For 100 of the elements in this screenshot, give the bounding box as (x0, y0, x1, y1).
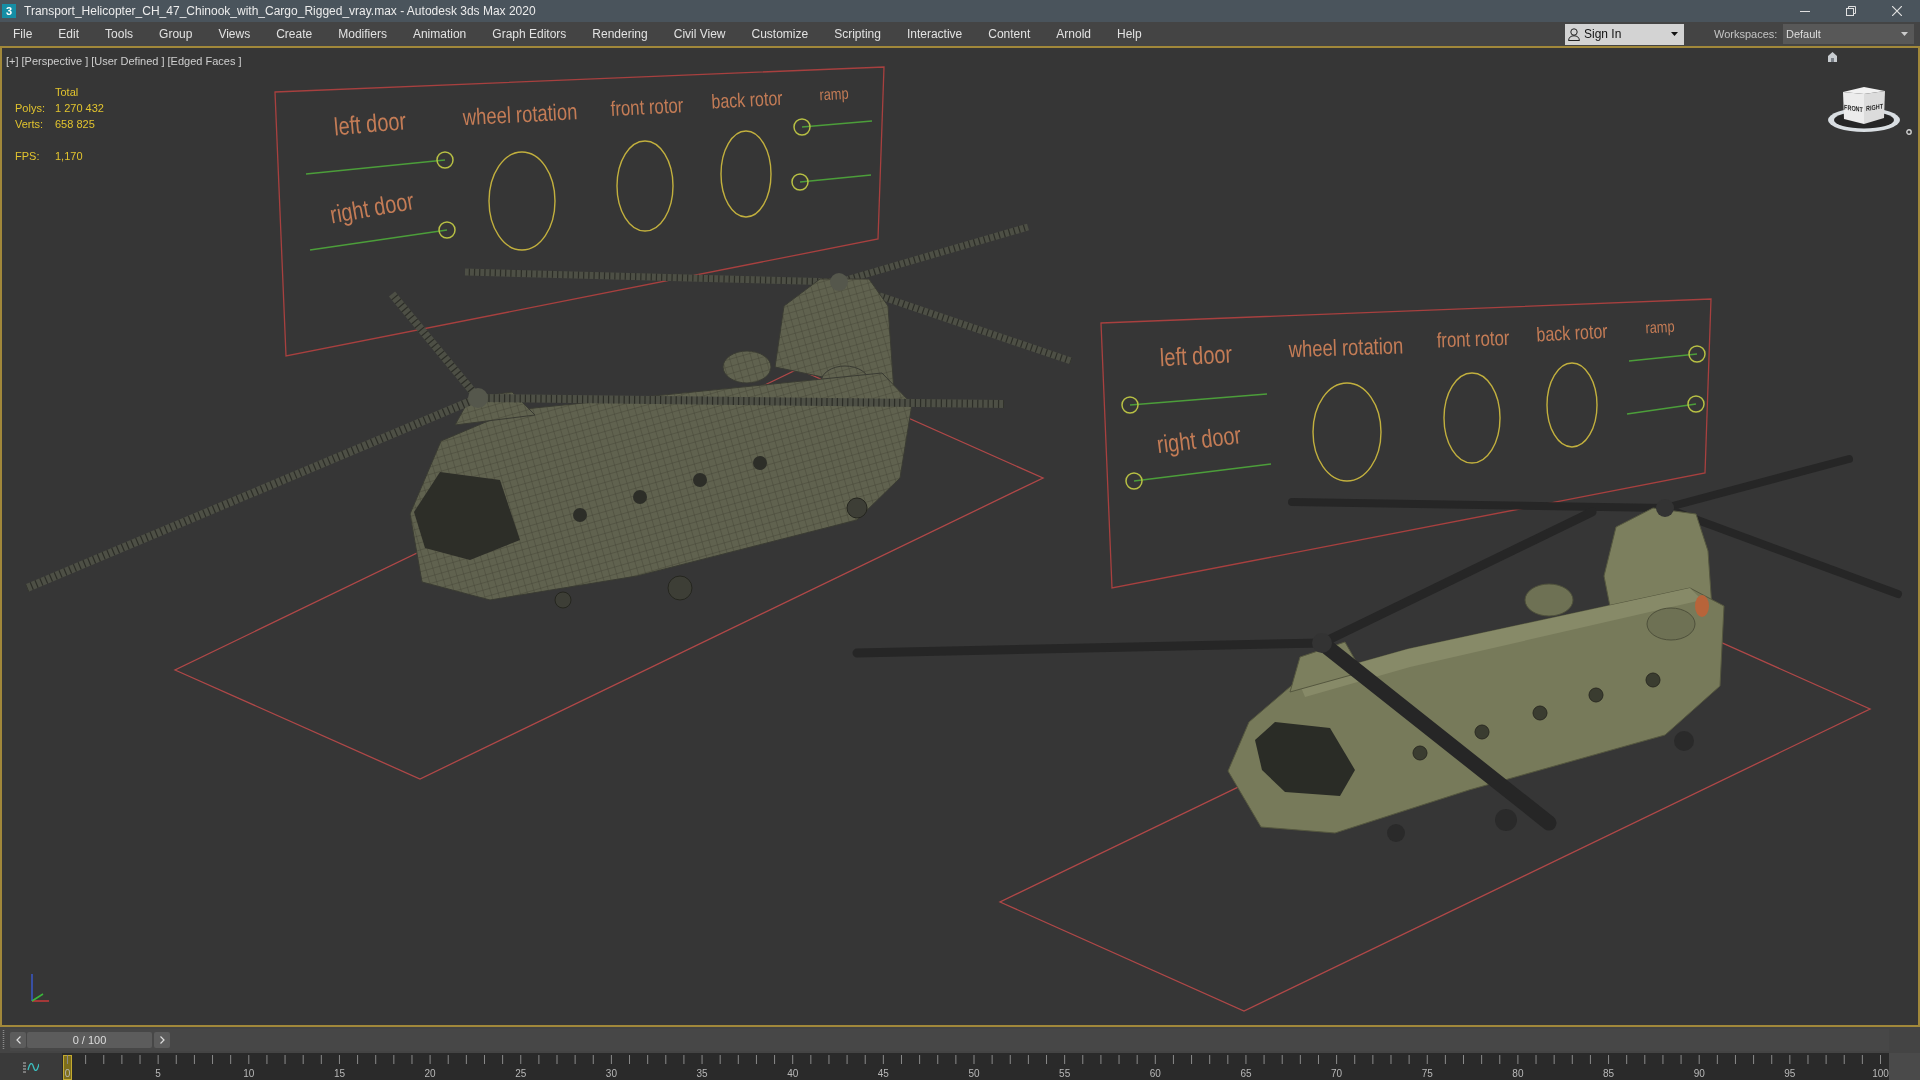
control-label: back rotor (710, 87, 784, 113)
frame-number: 75 (1421, 1068, 1433, 1080)
home-icon[interactable] (1828, 52, 1837, 62)
control-label: front rotor (610, 93, 684, 121)
slider-knob[interactable] (1687, 395, 1705, 413)
slider-track[interactable] (1125, 463, 1272, 490)
menu-item[interactable]: Views (214, 25, 255, 43)
time-slider-thumb[interactable]: 0 / 100 (27, 1032, 152, 1048)
slider-knob[interactable] (791, 173, 809, 191)
frame-number: 50 (968, 1068, 980, 1080)
restore-icon (1846, 6, 1856, 16)
menu-item[interactable]: Scripting (830, 25, 885, 43)
workspace-dropdown[interactable]: Default (1783, 24, 1914, 44)
stat-value: 658 825 (55, 117, 96, 132)
menu-item[interactable]: Rendering (588, 25, 652, 43)
viewport-label[interactable]: [User Defined ] (91, 53, 165, 70)
menu-item[interactable]: Graph Editors (488, 25, 571, 43)
control-label: back rotor (1535, 320, 1609, 346)
frame-number: 20 (424, 1068, 436, 1080)
stat-value: 1 270 432 (55, 101, 104, 116)
frame-number: 40 (787, 1068, 799, 1080)
frame-number: 45 (877, 1068, 889, 1080)
control-label: front rotor (1436, 326, 1510, 352)
menu-item[interactable]: Modifiers (334, 25, 391, 43)
frame-number: 90 (1693, 1068, 1705, 1080)
frame-number: 15 (333, 1068, 345, 1080)
stat-label: Verts: (15, 117, 45, 132)
control-label: wheel rotation (462, 98, 578, 130)
slider-track[interactable] (793, 118, 873, 136)
viewport-label[interactable]: [+] (6, 53, 19, 70)
chevron-left-icon (15, 1036, 21, 1044)
curve-icon[interactable] (23, 1060, 39, 1073)
control-label: left door (332, 107, 408, 141)
frame-number: 10 (243, 1068, 255, 1080)
control-label: wheel rotation (1288, 332, 1404, 362)
sign-in-button[interactable]: Sign In (1565, 23, 1684, 45)
minimize-icon (1800, 10, 1810, 12)
frame-number: 70 (1331, 1068, 1343, 1080)
grip-icon[interactable] (2, 1030, 5, 1050)
close-icon (1892, 6, 1902, 16)
menu-item[interactable]: Tools (101, 25, 138, 43)
control-label: left door (1159, 340, 1233, 372)
menu-item[interactable]: Civil View (669, 25, 730, 43)
slider-knob[interactable] (1688, 345, 1706, 363)
frame-number: 35 (696, 1068, 708, 1080)
frame-number: 80 (1512, 1068, 1524, 1080)
control-label: ramp (819, 84, 849, 104)
slider-knob[interactable] (436, 151, 454, 169)
frame-number: 55 (1059, 1068, 1071, 1080)
rotation-dial[interactable] (616, 140, 674, 232)
slider-knob[interactable] (1121, 396, 1139, 414)
stat-value: 1,170 (55, 149, 84, 164)
next-frame-button[interactable] (154, 1032, 170, 1048)
frame-number: 65 (1240, 1068, 1252, 1080)
caret-icon (1671, 32, 1678, 36)
rotation-dial[interactable] (1312, 382, 1382, 482)
rotation-dial[interactable] (720, 130, 772, 218)
current-frame-marker[interactable] (63, 1055, 72, 1080)
control-label: right door (1155, 421, 1243, 459)
stat-label: Polys: (15, 101, 46, 116)
frame-number: 100 (1872, 1068, 1889, 1080)
menu-item[interactable]: Animation (408, 25, 471, 43)
app-logo: 3 (2, 4, 16, 18)
rotation-dial[interactable] (488, 151, 556, 251)
menu-item[interactable]: Arnold (1052, 25, 1095, 43)
menu-item[interactable]: Edit (54, 25, 84, 43)
slider-knob[interactable] (438, 221, 456, 239)
menu-item[interactable]: Create (272, 25, 317, 43)
menu-item[interactable]: Content (984, 25, 1035, 43)
slider-knob[interactable] (1125, 472, 1143, 490)
menu-item[interactable]: Group (155, 25, 197, 43)
frame-number: 5 (155, 1068, 161, 1080)
rotation-dial[interactable] (1546, 362, 1598, 448)
window-title: Transport_Helicopter_CH_47_Chinook_with_Cargo_Rigged_vray.max - Autodesk 3ds Max 2020 (24, 3, 536, 20)
frame-number: 25 (515, 1068, 527, 1080)
viewport-label[interactable]: [Edged Faces ] (167, 53, 242, 70)
slider-track[interactable] (1121, 393, 1268, 414)
viewport-label[interactable]: [Perspective ] (21, 53, 89, 70)
slider-track[interactable] (305, 151, 454, 175)
control-label: ramp (1645, 317, 1675, 337)
menu-item[interactable]: File (9, 25, 37, 43)
ring-icon[interactable] (1906, 129, 1912, 135)
rotation-dial[interactable] (1443, 372, 1501, 464)
frame-number: 30 (605, 1068, 617, 1080)
slider-track[interactable] (1628, 345, 1706, 363)
timeline-track[interactable]: 0 5 10 15 20 25 30 35 40 45 50 55 60 65 70 75 80 85 90 95 100 (62, 1053, 1889, 1080)
chevron-right-icon (159, 1036, 165, 1044)
frame-number: 85 (1603, 1068, 1615, 1080)
stats-header: Total (55, 85, 80, 100)
menu-item[interactable]: Interactive (902, 25, 967, 43)
slider-track[interactable] (1626, 395, 1705, 415)
previous-frame-button[interactable] (10, 1032, 26, 1048)
slider-track[interactable] (791, 173, 872, 191)
workspaces-label: Workspaces: (1714, 26, 1779, 42)
menu-item[interactable]: Customize (747, 25, 813, 43)
menu-item[interactable]: Help (1112, 25, 1146, 43)
slider-knob[interactable] (793, 118, 811, 136)
stat-label: FPS: (15, 149, 41, 164)
frame-number: 95 (1784, 1068, 1796, 1080)
caret-icon (1901, 32, 1908, 36)
